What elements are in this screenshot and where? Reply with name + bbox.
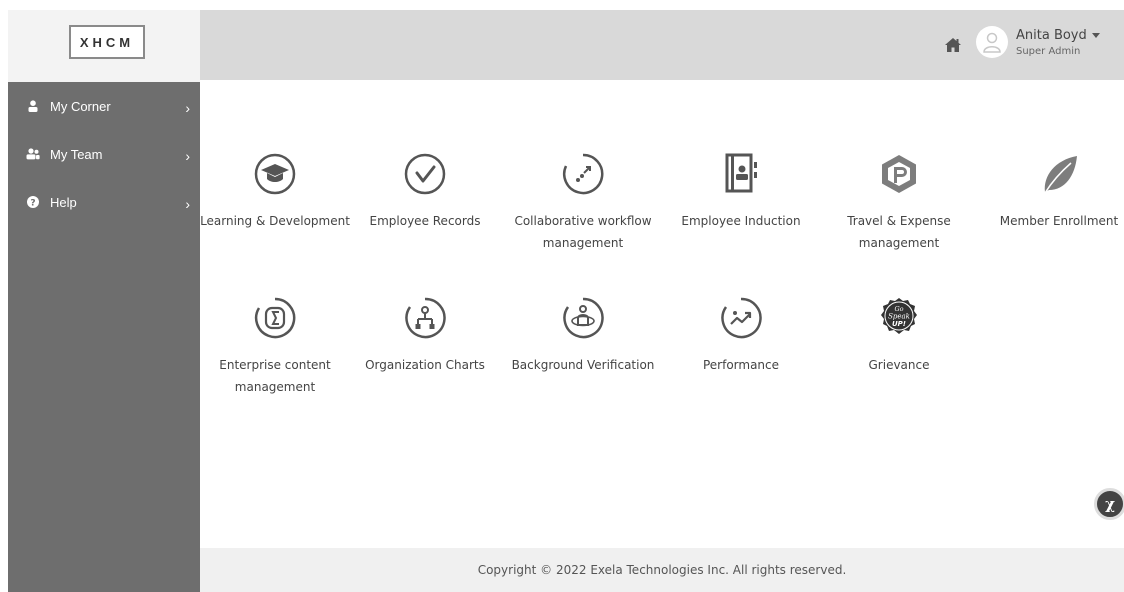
user-role: Super Admin — [1016, 46, 1081, 57]
sidebar-item-label: Help — [50, 194, 77, 210]
chat-widget-icon[interactable]: χ — [1094, 488, 1124, 520]
app-travel-expense[interactable]: Travel & Expense management — [824, 152, 974, 254]
home-icon[interactable] — [944, 37, 962, 53]
app-label: Employee Records — [369, 214, 481, 228]
org-chart-icon — [403, 296, 447, 340]
contact-book-icon — [719, 152, 763, 196]
sidebar-item-label: My Team — [50, 146, 103, 162]
workflow-icon — [561, 152, 605, 196]
app-label: Enterprise content management — [219, 358, 331, 394]
app-organization-charts[interactable]: Organization Charts — [350, 296, 500, 376]
users-icon — [26, 147, 40, 161]
app-label: Learning & Development — [200, 214, 350, 228]
user-menu[interactable]: Anita Boyd — [1016, 28, 1100, 43]
app-background-verification[interactable]: Background Verification — [508, 296, 658, 376]
app-grid: Learning & Development Employee Records … — [200, 80, 1124, 548]
app-employee-induction[interactable]: Employee Induction — [666, 152, 816, 232]
app-label: Member Enrollment — [999, 214, 1119, 228]
app-label: Employee Induction — [681, 214, 801, 228]
user-name: Anita Boyd — [1016, 28, 1087, 43]
sidebar-item-my-corner[interactable]: My Corner › — [8, 82, 200, 130]
app-label: Performance — [702, 358, 780, 372]
hexagon-p-icon — [877, 152, 921, 196]
sidebar-item-label: My Corner — [50, 98, 111, 114]
app-employee-records[interactable]: Employee Records — [350, 152, 500, 232]
sidebar-nav: My Corner › My Team › ? Help › — [8, 82, 200, 226]
app-collaborative-workflow[interactable]: Collaborative workflow management — [508, 152, 658, 254]
app-member-enrollment[interactable]: Member Enrollment — [984, 152, 1124, 232]
logo-text: XHCM — [79, 34, 135, 50]
app-performance[interactable]: Performance — [666, 296, 816, 376]
verification-icon — [561, 296, 605, 340]
app-grievance[interactable]: Go Speak UP! Grievance — [824, 296, 974, 376]
badge-text: UP! — [892, 320, 906, 328]
sidebar-item-help[interactable]: ? Help › — [8, 178, 200, 226]
top-strip — [0, 0, 1124, 10]
footer: Copyright © 2022 Exela Technologies Inc.… — [200, 548, 1124, 592]
svg-text:?: ? — [30, 199, 35, 209]
logo-area: XHCM — [8, 10, 200, 82]
app-label: Travel & Expense management — [847, 214, 951, 250]
app-label: Collaborative workflow management — [514, 214, 652, 250]
chevron-right-icon: › — [185, 148, 190, 164]
caret-down-icon — [1091, 33, 1100, 38]
check-circle-icon — [403, 152, 447, 196]
content-icon — [253, 296, 297, 340]
user-icon — [26, 99, 40, 113]
app-label: Organization Charts — [365, 358, 485, 372]
user-avatar-icon[interactable] — [976, 26, 1008, 58]
sidebar-item-my-team[interactable]: My Team › — [8, 130, 200, 178]
top-header: Anita Boyd Super Admin — [200, 10, 1124, 80]
chevron-right-icon: › — [185, 100, 190, 116]
graduation-cap-icon — [253, 152, 297, 196]
leaf-icon — [1037, 152, 1081, 196]
trend-up-icon — [719, 296, 763, 340]
app-label: Grievance — [868, 358, 930, 372]
copyright-text: Copyright © 2022 Exela Technologies Inc.… — [477, 563, 847, 577]
sidebar: XHCM My Corner › My Team › ? Help › — [8, 10, 200, 592]
app-learning-development[interactable]: Learning & Development — [200, 152, 350, 232]
app-enterprise-content[interactable]: Enterprise content management — [200, 296, 350, 398]
logo[interactable]: XHCM — [69, 25, 145, 59]
chevron-right-icon: › — [185, 196, 190, 212]
question-icon: ? — [26, 195, 40, 209]
app-label: Background Verification — [511, 358, 655, 372]
go-speak-up-icon: Go Speak UP! — [877, 296, 921, 340]
